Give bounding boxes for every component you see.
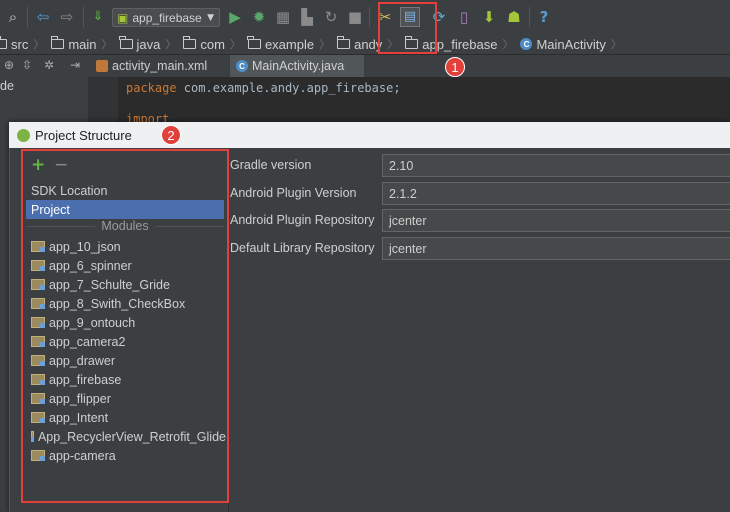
class-icon: C	[236, 60, 248, 72]
android-studio-icon	[17, 128, 30, 142]
folder-icon	[50, 36, 65, 49]
android-plugin-version-field[interactable]: 2.1.2	[382, 182, 730, 205]
annotation-badge-1: 1	[445, 57, 465, 77]
annotation-badge-2: 2	[161, 125, 181, 145]
breadcrumb-label: example	[264, 36, 315, 52]
dialog-title-bar: Project Structure	[9, 122, 730, 148]
toolbar-separator	[529, 7, 530, 27]
chevron-right-icon: 〉	[33, 39, 45, 51]
folder-icon	[0, 36, 7, 49]
editor-gutter	[88, 77, 118, 125]
breadcrumb-item-src[interactable]: src 〉	[0, 36, 44, 52]
android-plugin-version-label: Android Plugin Version	[230, 186, 357, 200]
chevron-right-icon: 〉	[101, 39, 113, 51]
run-configuration-dropdown[interactable]: ▣ app_firebase ▼	[112, 8, 220, 27]
folder-icon	[182, 36, 197, 49]
annotation-box-1	[378, 2, 437, 54]
keyword: package	[126, 81, 177, 95]
chevron-right-icon: 〉	[610, 39, 622, 51]
breadcrumb-item-java[interactable]: java 〉	[119, 36, 177, 52]
class-icon: C	[520, 38, 533, 50]
chevron-down-icon: ▼	[207, 12, 214, 23]
chevron-right-icon: 〉	[229, 39, 241, 51]
android-plugin-repository-label: Android Plugin Repository	[230, 213, 375, 227]
project-tree-label: de	[0, 79, 14, 93]
breadcrumb-label: com	[200, 36, 225, 52]
hide-icon[interactable]: ⇥	[70, 58, 80, 72]
package-name: com.example.andy.app_firebase;	[176, 81, 401, 95]
folder-icon	[119, 36, 133, 49]
tab-activity-main-xml[interactable]: activity_main.xml	[90, 55, 228, 77]
breadcrumb-item-mainactivity[interactable]: C MainActivity 〉	[520, 36, 622, 52]
chevron-right-icon: 〉	[165, 39, 177, 51]
gear-icon[interactable]: ✲	[44, 58, 54, 72]
android-plugin-repository-field[interactable]: jcenter	[382, 209, 730, 232]
forward-arrow-icon[interactable]: ⇨	[58, 8, 76, 26]
default-library-repository-field[interactable]: jcenter	[382, 237, 730, 260]
target-icon[interactable]: ⊕	[4, 58, 14, 72]
make-project-icon[interactable]: ⇓	[89, 8, 107, 26]
help-icon[interactable]: ?	[535, 8, 553, 26]
toolbar-separator	[27, 7, 28, 27]
dialog-title: Project Structure	[35, 127, 132, 143]
code-line-package: package com.example.andy.app_firebase;	[126, 81, 401, 95]
collapse-icon[interactable]: ⇳	[22, 58, 32, 72]
chevron-right-icon: 〉	[319, 39, 331, 51]
tab-mainactivity-java[interactable]: C MainActivity.java	[230, 55, 364, 77]
annotation-box-2	[21, 149, 229, 503]
debug-icon[interactable]: ✹	[250, 8, 268, 26]
gradle-version-field[interactable]: 2.10	[382, 154, 730, 177]
rerun-icon[interactable]: ↻	[322, 8, 340, 26]
breadcrumb-label: MainActivity	[536, 36, 606, 52]
main-toolbar: ⌕ ⇦ ⇨ ⇓ ▣ app_firebase ▼ ▶ ✹ ▦ ▙ ↻ ■ ✂ ▤…	[0, 0, 730, 35]
toolbar-separator	[369, 7, 370, 27]
sdk-manager-icon[interactable]: ⬇	[480, 8, 498, 26]
tab-label: activity_main.xml	[112, 59, 208, 73]
breadcrumb-item-example[interactable]: example 〉	[247, 36, 331, 52]
editor-tabs: activity_main.xml C MainActivity.java	[88, 55, 730, 78]
tab-label: MainActivity.java	[252, 59, 345, 73]
default-library-repository-label: Default Library Repository	[230, 241, 375, 255]
back-arrow-icon[interactable]: ⇦	[34, 8, 52, 26]
search-icon[interactable]: ⌕	[4, 8, 22, 26]
breadcrumb-label: src	[11, 36, 29, 52]
run-icon[interactable]: ▶	[226, 8, 244, 26]
attach-debugger-icon[interactable]: ▙	[298, 8, 316, 26]
project-tool-window-fragment: ⊕ ⇳ ✲ ⇥ de	[0, 55, 88, 125]
breadcrumb-item-main[interactable]: main 〉	[50, 36, 113, 52]
breadcrumb-item-com[interactable]: com 〉	[182, 36, 241, 52]
folder-icon	[247, 36, 261, 49]
breadcrumb-label: main	[68, 36, 97, 52]
android-icon: ▣	[117, 10, 129, 25]
chevron-right-icon: 〉	[502, 39, 514, 51]
avd-manager-icon[interactable]: ▯	[455, 8, 473, 26]
coverage-icon[interactable]: ▦	[274, 8, 292, 26]
folder-icon	[336, 36, 351, 49]
android-monitor-icon[interactable]: ☗	[505, 8, 523, 26]
run-configuration-label: app_firebase	[132, 10, 202, 25]
breadcrumb: src 〉 main 〉 java 〉 com 〉 example 〉 andy 〉 app…	[0, 34, 730, 55]
stop-icon[interactable]: ■	[346, 8, 364, 26]
xml-file-icon	[96, 60, 108, 72]
breadcrumb-label: java	[136, 36, 161, 52]
toolbar-separator	[83, 7, 84, 27]
gradle-version-label: Gradle version	[230, 158, 312, 172]
